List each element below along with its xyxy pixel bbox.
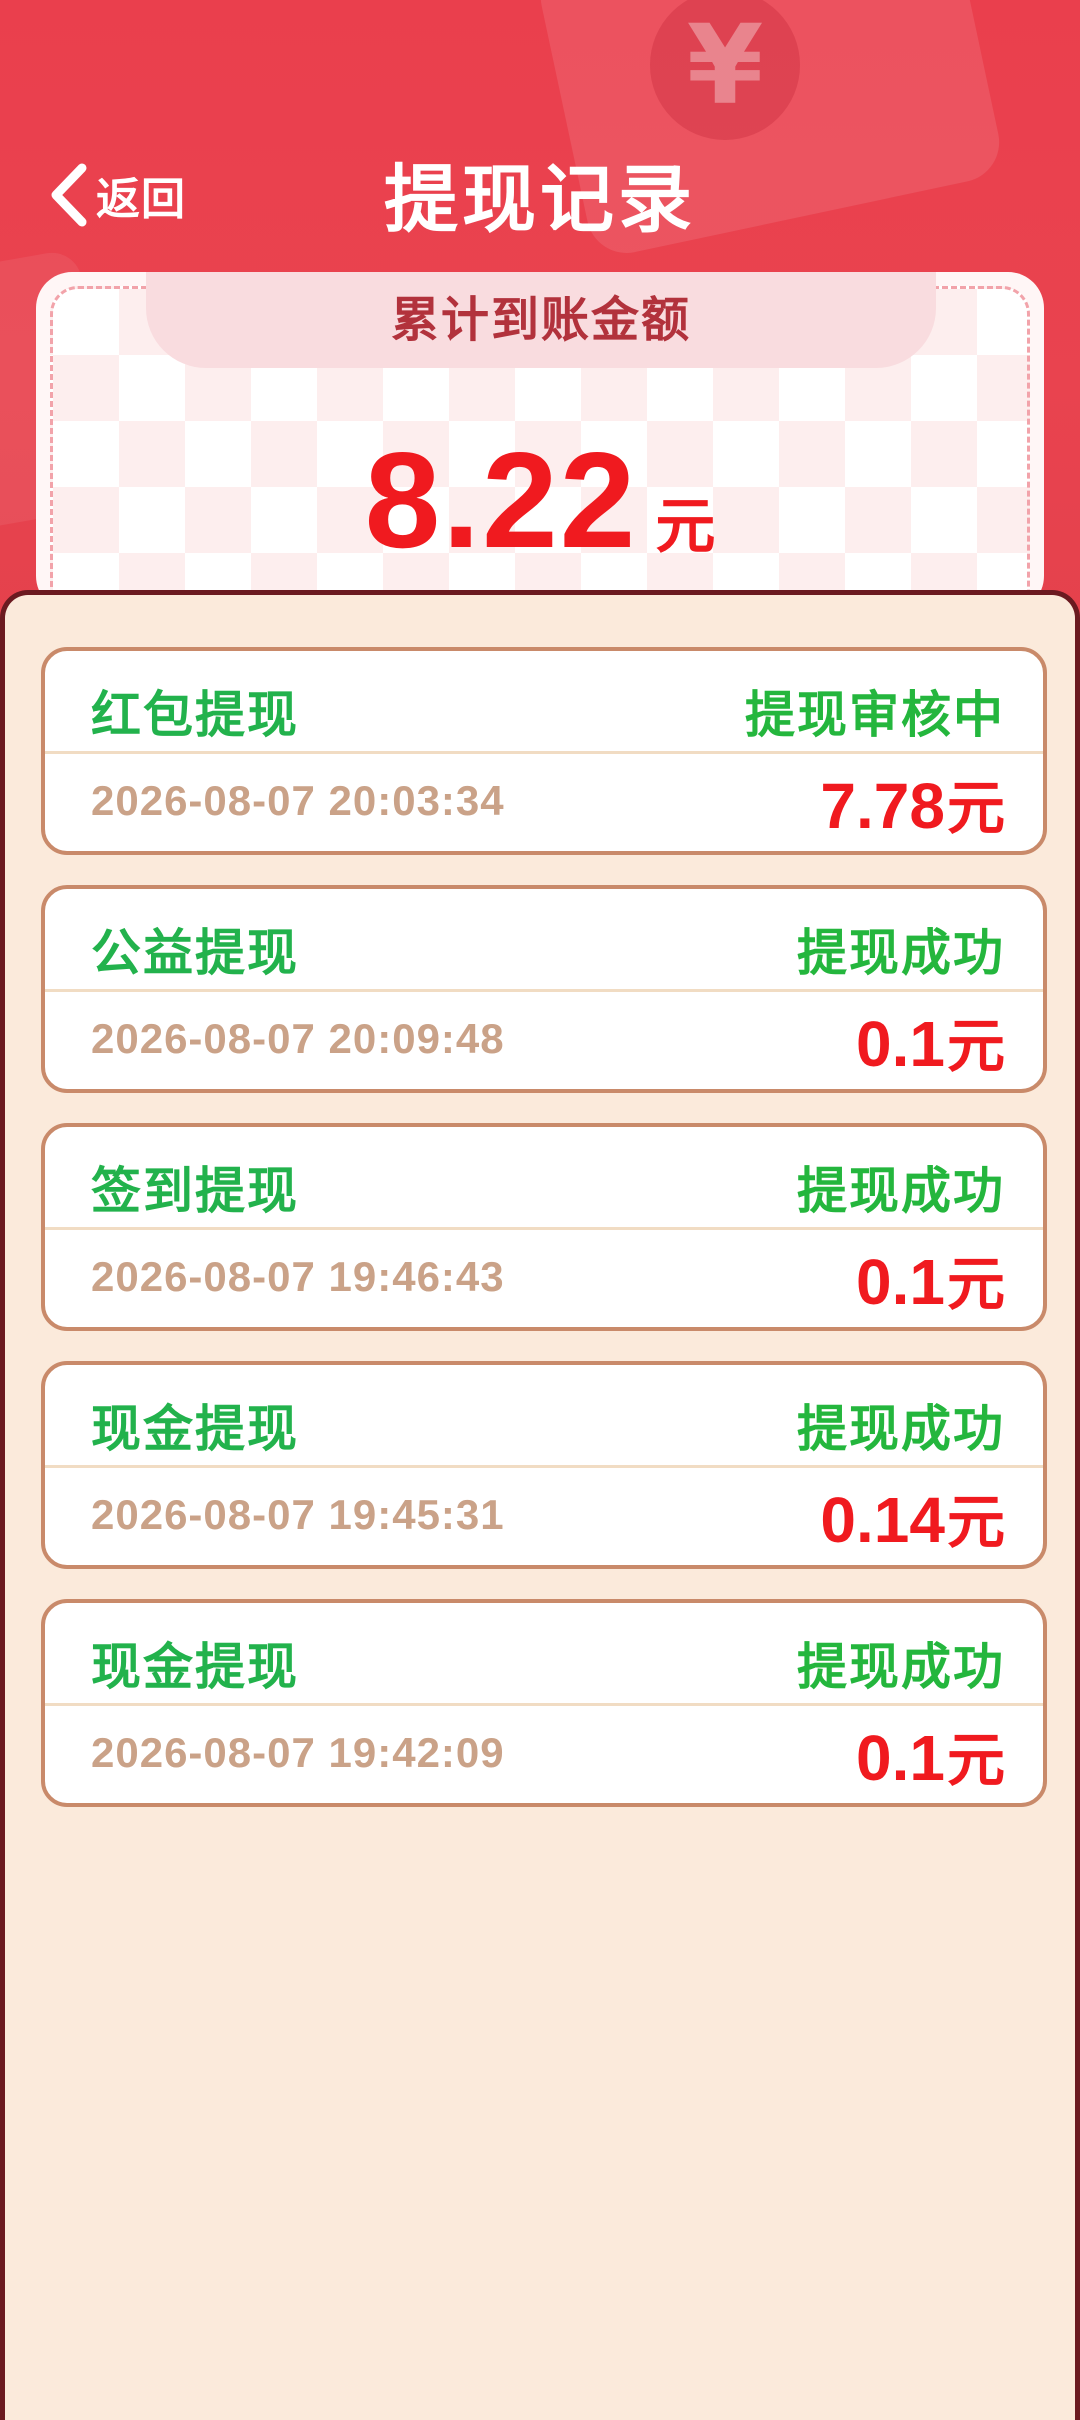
record-amount-value: 0.1 (856, 1246, 945, 1318)
record-type: 现金提现 (91, 1400, 299, 1458)
record-amount-unit: 元 (946, 1250, 1005, 1318)
record-amount-value: 7.78 (820, 770, 945, 842)
record-amount: 7.78元 (820, 761, 1005, 845)
total-amount-unit: 元 (655, 492, 716, 562)
total-amount-row: 8.22 元 (36, 422, 1044, 578)
record-amount-value: 0.1 (856, 1008, 945, 1080)
record-amount: 0.1元 (856, 999, 1005, 1083)
record-amount-value: 0.14 (820, 1484, 945, 1556)
record-item[interactable]: 现金提现 提现成功 2026-08-07 19:45:31 0.14元 (41, 1361, 1047, 1569)
page-title: 提现记录 (384, 157, 696, 243)
record-amount: 0.14元 (820, 1475, 1005, 1559)
record-status: 提现成功 (797, 1638, 1005, 1696)
record-item[interactable]: 公益提现 提现成功 2026-08-07 20:09:48 0.1元 (41, 885, 1047, 1093)
record-type: 现金提现 (91, 1638, 299, 1696)
record-amount-value: 0.1 (856, 1722, 945, 1794)
record-amount-unit: 元 (946, 1488, 1005, 1556)
record-amount: 0.1元 (856, 1713, 1005, 1797)
record-time: 2026-08-07 19:42:09 (91, 1729, 505, 1776)
total-amount-card: 累计到账金额 8.22 元 (36, 272, 1044, 612)
records-panel: 红包提现 提现审核中 2026-08-07 20:03:34 7.78元 公益提… (0, 590, 1080, 2420)
record-status: 提现成功 (797, 1162, 1005, 1220)
record-item[interactable]: 红包提现 提现审核中 2026-08-07 20:03:34 7.78元 (41, 647, 1047, 855)
total-amount-value: 8.22 (364, 424, 638, 576)
record-status: 提现成功 (797, 1400, 1005, 1458)
record-amount-unit: 元 (946, 1726, 1005, 1794)
record-item[interactable]: 现金提现 提现成功 2026-08-07 19:42:09 0.1元 (41, 1599, 1047, 1807)
record-type: 签到提现 (91, 1162, 299, 1220)
record-status: 提现成功 (797, 924, 1005, 982)
record-time: 2026-08-07 19:46:43 (91, 1253, 505, 1300)
record-time: 2026-08-07 20:03:34 (91, 777, 505, 824)
record-status: 提现审核中 (745, 686, 1005, 744)
record-item[interactable]: 签到提现 提现成功 2026-08-07 19:46:43 0.1元 (41, 1123, 1047, 1331)
record-type: 红包提现 (91, 686, 299, 744)
record-amount-unit: 元 (946, 1012, 1005, 1080)
record-amount-unit: 元 (946, 774, 1005, 842)
record-time: 2026-08-07 19:45:31 (91, 1491, 505, 1538)
record-time: 2026-08-07 20:09:48 (91, 1015, 505, 1062)
record-amount: 0.1元 (856, 1237, 1005, 1321)
total-label: 累计到账金额 (146, 272, 936, 368)
record-type: 公益提现 (91, 924, 299, 982)
